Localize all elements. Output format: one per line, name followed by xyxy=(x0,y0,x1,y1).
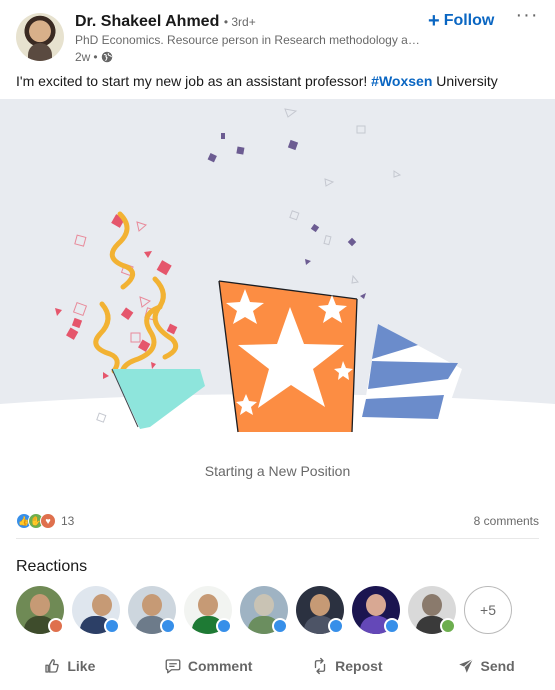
plus-icon: + xyxy=(428,10,440,32)
like-badge-icon xyxy=(384,618,400,634)
like-label: Like xyxy=(67,658,96,674)
divider xyxy=(16,538,539,539)
meta-separator: • xyxy=(93,50,98,64)
reactions-title: Reactions xyxy=(16,558,88,575)
support-badge-icon xyxy=(440,618,456,634)
repost-icon xyxy=(314,657,326,675)
author-name[interactable]: Dr. Shakeel Ahmed xyxy=(75,13,219,30)
send-button[interactable]: Send xyxy=(416,648,555,684)
post-meta: 2w • xyxy=(75,50,113,64)
author-avatar[interactable] xyxy=(16,13,64,61)
like-badge-icon xyxy=(328,618,344,634)
reaction-count: 13 xyxy=(61,514,75,528)
comment-icon xyxy=(165,659,181,674)
repost-button[interactable]: Repost xyxy=(278,648,417,684)
connection-degree: 3rd+ xyxy=(231,15,256,29)
action-bar: Like Comment Repost Send xyxy=(0,648,555,684)
comment-label: Comment xyxy=(187,658,253,674)
like-badge-icon xyxy=(272,618,288,634)
more-reactors-button[interactable]: +5 xyxy=(464,586,512,634)
hashtag-link[interactable]: #Woxsen xyxy=(371,73,432,89)
author-headline: PhD Economics. Resource person in Resear… xyxy=(75,33,425,47)
banner-caption: Starting a New Position xyxy=(204,463,351,479)
send-label: Send xyxy=(480,658,515,674)
follow-label: Follow xyxy=(443,12,495,29)
more-icon[interactable]: ··· xyxy=(515,5,539,30)
love-reaction-icon: ♥ xyxy=(40,513,56,529)
post-header: Dr. Shakeel Ahmed • 3rd+ PhD Economics. … xyxy=(0,0,555,68)
reaction-summary[interactable]: 👍 ✋ ♥ 13 xyxy=(16,513,74,529)
post-text-before: I'm excited to start my new job as an as… xyxy=(16,73,372,89)
repost-label: Repost xyxy=(335,658,383,674)
like-badge-icon xyxy=(104,618,120,634)
post-text-after: University xyxy=(432,73,498,89)
new-position-illustration[interactable] xyxy=(0,99,555,435)
like-badge-icon xyxy=(216,618,232,634)
comment-button[interactable]: Comment xyxy=(139,648,278,684)
like-button[interactable]: Like xyxy=(0,648,139,684)
post-time: 2w xyxy=(75,50,91,64)
author-name-line: Dr. Shakeel Ahmed • 3rd+ xyxy=(75,13,256,31)
like-badge-icon xyxy=(160,618,176,634)
like-icon xyxy=(45,659,60,673)
follow-button[interactable]: + Follow xyxy=(428,9,494,33)
post-text: I'm excited to start my new job as an as… xyxy=(16,73,498,89)
comments-count[interactable]: 8 comments xyxy=(474,514,539,528)
send-icon xyxy=(458,658,473,673)
love-badge-icon xyxy=(48,618,64,634)
social-counts: 👍 ✋ ♥ 13 8 comments xyxy=(16,512,539,530)
globe-icon xyxy=(101,51,112,63)
